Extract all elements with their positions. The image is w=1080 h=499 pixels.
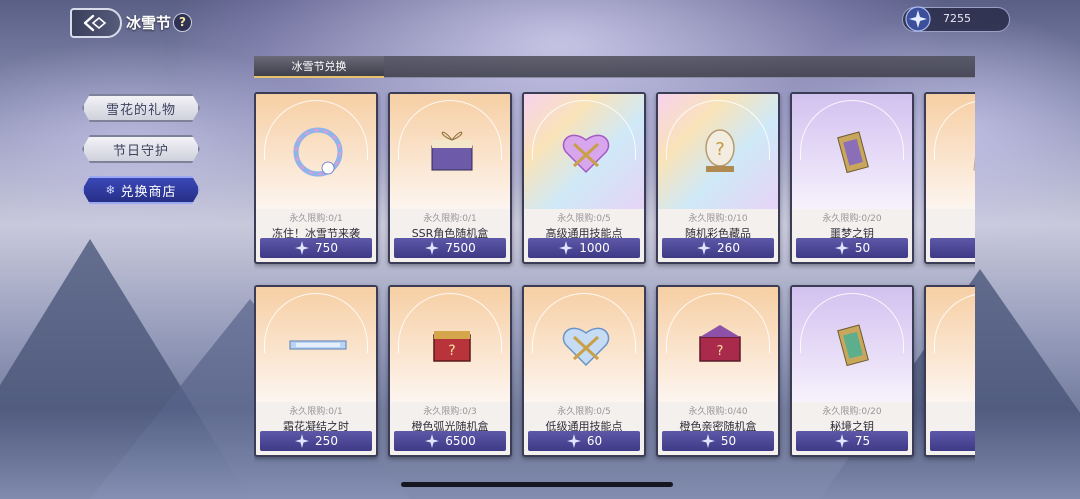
price-value: 250 xyxy=(315,434,338,448)
purchase-limit: 永久限购:0/10 xyxy=(688,214,748,224)
price-button[interactable]: 50 xyxy=(662,431,774,451)
purchase-limit: 永久限购:0/3 xyxy=(423,407,477,417)
ornate-chest-icon: ? xyxy=(699,325,741,362)
snowflake-currency-icon xyxy=(295,434,310,448)
partial-item-icon xyxy=(973,155,975,171)
frost-bar-icon xyxy=(289,340,347,350)
snowflake-currency-icon xyxy=(834,434,849,448)
shop-item-card[interactable]: 永久限购:0/1 霜花凝结之时 250 xyxy=(254,285,378,457)
snowflake-currency-icon xyxy=(834,241,849,255)
price-value: 60 xyxy=(586,434,603,448)
nightmare-key-icon xyxy=(837,131,869,174)
help-icon[interactable]: ? xyxy=(173,13,192,32)
nav-festival-guard[interactable]: 节日守护 xyxy=(82,135,200,163)
currency-display: 7255 xyxy=(902,6,1010,32)
shop-item-card[interactable]: 永久限购:0/1 SSR角色随机盒 7500 xyxy=(388,92,512,264)
back-arrow-icon xyxy=(83,14,107,32)
purchase-limit: 永久限购:0/5 xyxy=(557,214,611,224)
shop-item-card[interactable]: 辉煌 xyxy=(924,92,975,264)
snowflake-currency-icon xyxy=(700,434,715,448)
shop-item-card[interactable]: 永久限购:0/20 噩梦之钥 50 xyxy=(790,92,914,264)
snowflake-currency-icon xyxy=(425,434,440,448)
snowflake-currency-icon xyxy=(559,241,574,255)
shop-item-card[interactable]: ? 永久限购:0/10 随机彩色藏品 260 xyxy=(656,92,780,264)
shop-item-card[interactable]: 永久限购:0/20 秘境之钥 75 xyxy=(790,285,914,457)
svg-text:?: ? xyxy=(715,139,725,160)
tab-festival-exchange[interactable]: 冰雪节兑换 xyxy=(254,56,384,78)
price-value: 1000 xyxy=(579,241,610,255)
price-button[interactable]: 750 xyxy=(260,238,372,258)
coin-icon xyxy=(958,315,975,375)
snowflake-currency-icon xyxy=(425,241,440,255)
price-button[interactable]: 50 xyxy=(796,238,908,258)
purchase-limit: 永久限购:0/1 xyxy=(289,214,343,224)
price-button[interactable]: 250 xyxy=(260,431,372,451)
heart-crystal-blue-icon xyxy=(562,327,610,367)
price-value: 7500 xyxy=(445,241,476,255)
price-button[interactable] xyxy=(930,238,975,258)
shop-item-card[interactable]: 永久限购:0/5 低级通用技能点 60 xyxy=(522,285,646,457)
purchase-limit: 永久限购:0/20 xyxy=(822,407,882,417)
shop-item-card[interactable]: 永久限购:0/1 冻住！冰雪节来袭 750 xyxy=(254,92,378,264)
tab-label: 冰雪节兑换 xyxy=(291,60,347,73)
shop-item-card[interactable]: 金币 xyxy=(924,285,975,457)
nav-exchange-shop[interactable]: ❄ 兑换商店 xyxy=(82,176,200,204)
purchase-limit: 永久限购:0/1 xyxy=(423,214,477,224)
price-value: 50 xyxy=(720,434,737,448)
nav-label: 兑换商店 xyxy=(120,184,177,200)
price-button[interactable]: 7500 xyxy=(394,238,506,258)
heart-crystal-icon xyxy=(562,134,610,174)
home-indicator[interactable] xyxy=(401,482,673,487)
snowflake-icon: ❄ xyxy=(105,183,117,197)
secret-key-icon xyxy=(837,324,869,367)
snowflake-currency-icon xyxy=(566,434,581,448)
price-button[interactable]: 75 xyxy=(796,431,908,451)
snow-wreath-icon xyxy=(293,127,343,177)
price-value: 6500 xyxy=(445,434,476,448)
shop-item-card[interactable]: ? 永久限购:0/40 橙色亲密随机盒 50 xyxy=(656,285,780,457)
purchase-limit: 永久限购:0/1 xyxy=(289,407,343,417)
shop-item-card[interactable]: ? 永久限购:0/3 橙色弧光随机盒 6500 xyxy=(388,285,512,457)
snowflake-currency-icon xyxy=(905,6,931,32)
price-value: 50 xyxy=(854,241,871,255)
purchase-limit: 永久限购:0/40 xyxy=(688,407,748,417)
nav-snowflake-gift[interactable]: 雪花的礼物 xyxy=(82,94,200,122)
page-title: 冰雪节 xyxy=(126,14,172,32)
currency-value: 7255 xyxy=(943,12,971,25)
nav-label: 雪花的礼物 xyxy=(105,102,176,118)
back-button[interactable] xyxy=(70,8,122,38)
price-value: 260 xyxy=(717,241,740,255)
shop-grid: 永久限购:0/1 冻住！冰雪节来袭 750 永久限购:0/1 SSR角色随机盒 7500 永… xyxy=(254,92,975,465)
snowflake-currency-icon xyxy=(697,241,712,255)
mystery-dome-icon: ? xyxy=(705,129,735,172)
purchase-limit: 永久限购:0/20 xyxy=(822,214,882,224)
snowflake-currency-icon xyxy=(295,241,310,255)
purchase-limit: 永久限购:0/5 xyxy=(557,407,611,417)
price-value: 75 xyxy=(854,434,871,448)
price-button[interactable]: 260 xyxy=(662,238,774,258)
gift-box-icon xyxy=(431,131,473,171)
shop-item-card[interactable]: 永久限购:0/5 高级通用技能点 1000 xyxy=(522,92,646,264)
price-button[interactable]: 6500 xyxy=(394,431,506,451)
svg-text:?: ? xyxy=(448,343,455,359)
price-button[interactable] xyxy=(930,431,975,451)
price-button[interactable]: 1000 xyxy=(528,238,640,258)
price-value: 750 xyxy=(315,241,338,255)
svg-text:?: ? xyxy=(717,344,724,359)
price-button[interactable]: 60 xyxy=(528,431,640,451)
red-chest-icon: ? xyxy=(433,331,471,362)
panel-header-bar xyxy=(384,56,975,78)
nav-label: 节日守护 xyxy=(112,143,169,159)
